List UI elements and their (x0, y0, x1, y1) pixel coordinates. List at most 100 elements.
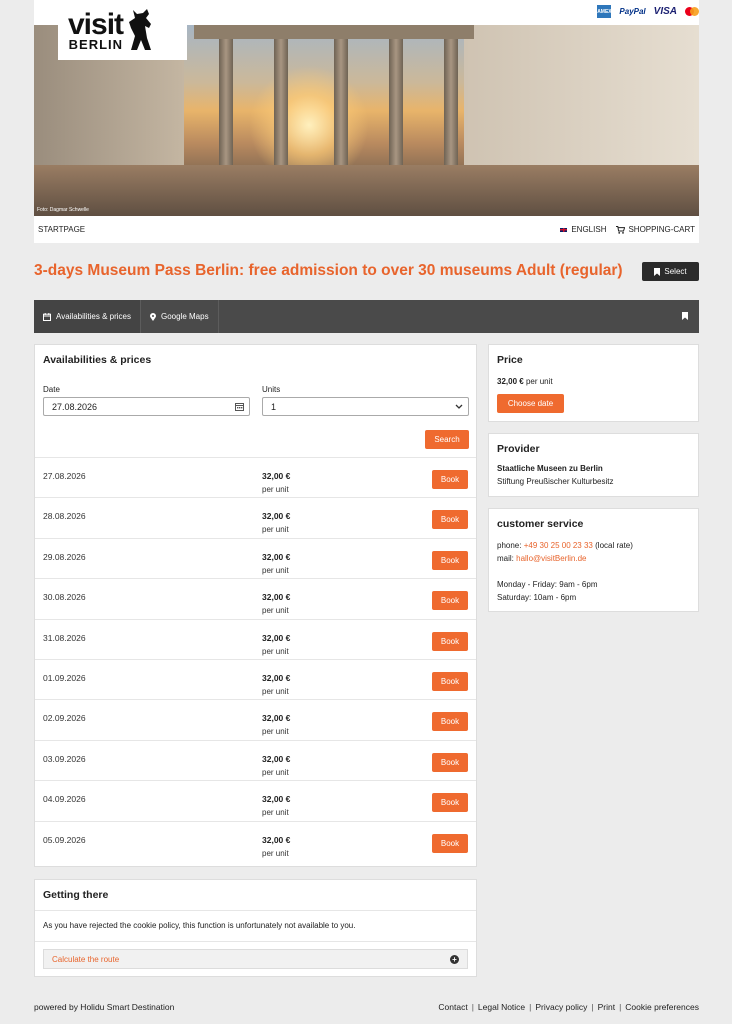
row-unit: per unit (262, 485, 289, 494)
book-button[interactable]: Book (432, 833, 468, 853)
hours-weekdays: Monday - Friday: 9am - 6pm (497, 580, 598, 589)
row-date: 28.08.2026 (43, 511, 86, 522)
provider-name: Staatliche Museen zu Berlin (497, 464, 603, 473)
visitberlin-logo[interactable]: visit BERLIN (58, 0, 187, 60)
price-title: Price (497, 354, 523, 366)
book-button[interactable]: Book (432, 712, 468, 732)
availability-row: 03.09.2026 32,00 € per unit Book (35, 739, 476, 780)
book-button[interactable]: Book (432, 510, 468, 530)
row-unit: per unit (262, 686, 289, 696)
row-price: 32,00 € (262, 471, 291, 481)
book-button[interactable]: Book (432, 631, 468, 651)
row-date: 02.09.2026 (43, 713, 86, 724)
footer-link-legal[interactable]: Legal Notice (478, 1002, 525, 1012)
tab-availabilities[interactable]: Availabilities & prices (34, 300, 141, 333)
book-button[interactable]: Book (432, 550, 468, 570)
book-button[interactable]: Book (432, 470, 468, 489)
date-input[interactable]: 27.08.2026 (43, 397, 250, 416)
footer: powered by Holidu Smart Destination Cont… (34, 1002, 699, 1012)
availability-panel: Availabilities & prices Date 27.08.2026 … (34, 344, 477, 867)
row-date: 30.08.2026 (43, 592, 86, 603)
price-unit: per unit (525, 377, 553, 386)
cart-icon (616, 225, 626, 234)
row-date: 29.08.2026 (43, 551, 86, 562)
row-date: 27.08.2026 (43, 471, 86, 481)
row-date: 01.09.2026 (43, 672, 86, 683)
visa-icon: VISA (653, 6, 677, 17)
uk-flag-icon (559, 226, 569, 233)
footer-link-print[interactable]: Print (598, 1002, 615, 1012)
row-price: 32,00 € (262, 753, 291, 764)
row-unit: per unit (262, 646, 289, 656)
customer-service-box: customer service phone: +49 30 25 00 23 … (488, 508, 699, 612)
row-date: 31.08.2026 (43, 632, 86, 643)
plus-circle-icon: + (450, 955, 459, 964)
provider-org: Stiftung Preußischer Kulturbesitz (497, 477, 614, 486)
mail-label: mail: (497, 554, 514, 563)
price-amount: 32,00 € (497, 377, 524, 386)
shopping-cart-link[interactable]: SHOPPING-CART (616, 225, 695, 234)
row-date: 05.09.2026 (43, 834, 86, 845)
availability-row: 30.08.2026 32,00 € per unit Book (35, 578, 476, 618)
availability-row: 31.08.2026 32,00 € per unit Book (35, 618, 476, 659)
powered-by: powered by Holidu Smart Destination (34, 1002, 175, 1012)
select-button[interactable]: Select (642, 262, 699, 281)
footer-link-contact[interactable]: Contact (438, 1002, 467, 1012)
row-price: 32,00 € (262, 794, 291, 805)
search-button[interactable]: Search (425, 430, 469, 449)
phone-link[interactable]: +49 30 25 00 23 33 (524, 541, 593, 550)
tab-bar: Availabilities & prices Google Maps (34, 300, 699, 333)
row-unit: per unit (262, 727, 289, 737)
footer-link-cookies[interactable]: Cookie preferences (625, 1002, 699, 1012)
row-unit: per unit (262, 565, 289, 575)
calculate-route-button[interactable]: Calculate the route + (43, 949, 468, 969)
language-switch[interactable]: ENGLISH (559, 225, 606, 234)
chevron-down-icon (455, 404, 463, 409)
tab-google-maps[interactable]: Google Maps (141, 300, 219, 333)
row-unit: per unit (262, 848, 289, 858)
choose-date-button[interactable]: Choose date (497, 394, 564, 413)
row-unit: per unit (262, 525, 289, 535)
footer-links: Contact | Legal Notice | Privacy policy | P… (438, 1002, 699, 1012)
phone-note: (local rate) (595, 541, 633, 550)
payment-methods: AMEX PayPal VISA (597, 5, 699, 18)
bookmark-icon (682, 311, 688, 320)
getting-there-title: Getting there (43, 889, 109, 901)
page-title: 3-days Museum Pass Berlin: free admissio… (34, 262, 623, 279)
availability-row: 04.09.2026 32,00 € per unit Book (35, 780, 476, 820)
logo-berlin-text: BERLIN (68, 36, 124, 52)
logo-visit-text: visit (68, 7, 124, 41)
footer-link-privacy[interactable]: Privacy policy (535, 1002, 587, 1012)
hours-saturday: Saturday: 10am - 6pm (497, 593, 577, 602)
book-button[interactable]: Book (432, 671, 468, 691)
availability-row: 01.09.2026 32,00 € per unit Book (35, 658, 476, 699)
availability-row: 27.08.2026 32,00 € per unit Book (35, 457, 476, 497)
customer-service-title: customer service (497, 518, 584, 530)
units-select[interactable]: 1 (262, 397, 469, 416)
provider-box: Provider Staatliche Museen zu Berlin Sti… (488, 433, 699, 497)
bear-icon (129, 9, 152, 50)
row-price: 32,00 € (262, 632, 291, 643)
mail-link[interactable]: hallo@visitBerlin.de (516, 554, 586, 563)
calendar-icon (43, 312, 51, 321)
row-price: 32,00 € (262, 834, 291, 845)
row-price: 32,00 € (262, 713, 291, 724)
bookmark-tab-button[interactable] (671, 311, 699, 322)
row-date: 03.09.2026 (43, 753, 86, 764)
book-button[interactable]: Book (432, 752, 468, 772)
row-price: 32,00 € (262, 592, 291, 603)
row-unit: per unit (262, 767, 289, 777)
availability-row: 29.08.2026 32,00 € per unit Book (35, 537, 476, 578)
paypal-icon: PayPal (619, 7, 646, 16)
getting-there-panel: Getting there As you have rejected the c… (34, 879, 477, 977)
provider-title: Provider (497, 443, 540, 455)
availability-row: 02.09.2026 32,00 € per unit Book (35, 699, 476, 739)
photo-credit: Foto: Dagmar Schwelle (37, 207, 89, 213)
units-label: Units (262, 385, 281, 394)
book-button[interactable]: Book (432, 591, 468, 611)
book-button[interactable]: Book (432, 793, 468, 813)
main-nav: STARTPAGE ENGLISH SHOPPING-CART (34, 216, 699, 243)
row-price: 32,00 € (262, 672, 291, 683)
nav-startpage[interactable]: STARTPAGE (38, 225, 85, 234)
availability-list: 27.08.2026 32,00 € per unit Book 28.08.2… (35, 457, 476, 861)
